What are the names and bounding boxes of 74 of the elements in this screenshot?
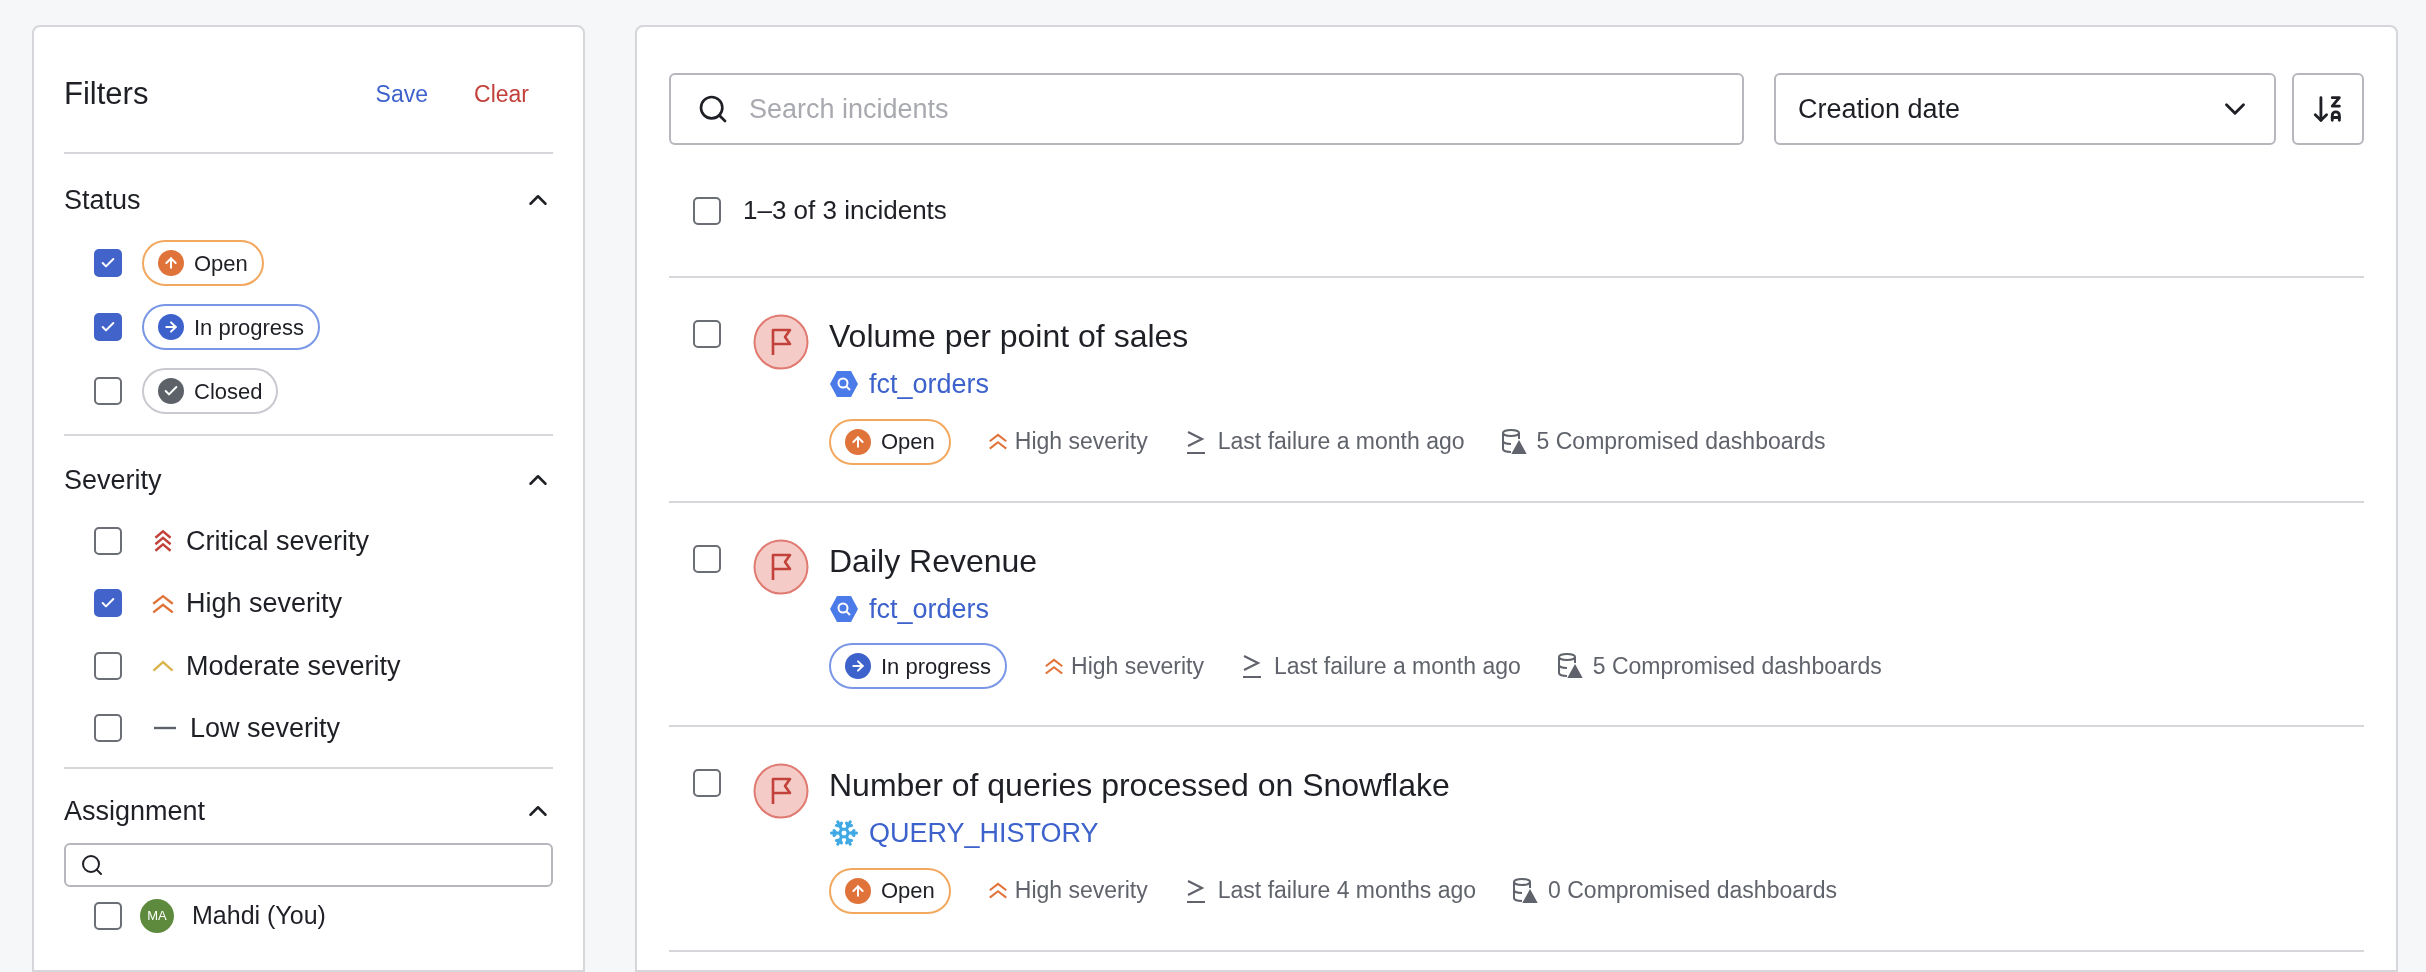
severity-option-label[interactable]: Moderate severity xyxy=(186,645,401,686)
last-failure-text: Last failure 4 months ago xyxy=(1217,876,1477,906)
section-title: Severity xyxy=(64,464,162,497)
dataset-link[interactable]: QUERY_HISTORY xyxy=(869,813,1099,854)
checkbox[interactable] xyxy=(94,901,122,930)
sort-order-button[interactable] xyxy=(2292,73,2364,145)
checkbox[interactable] xyxy=(94,249,122,277)
dataset-link[interactable]: fct_orders xyxy=(869,364,990,405)
incident-title[interactable]: Number of queries processed on Snowflake xyxy=(829,763,1837,807)
double-chevron-icon xyxy=(150,593,176,613)
snowflake-icon xyxy=(829,818,859,849)
incident-title[interactable]: Daily Revenue xyxy=(829,538,1882,583)
checkbox[interactable] xyxy=(693,769,721,797)
double-chevron-icon xyxy=(986,433,1009,450)
flag-icon xyxy=(753,763,809,819)
checkbox[interactable] xyxy=(94,589,122,618)
last-failure-text: Last failure a month ago xyxy=(1217,427,1465,457)
clear-button[interactable]: Clear xyxy=(474,77,529,112)
status-icon xyxy=(158,378,184,404)
status-badge: Closed xyxy=(142,368,279,414)
save-button[interactable]: Save xyxy=(375,77,429,112)
status-icon xyxy=(845,428,871,455)
checkbox[interactable] xyxy=(693,544,721,573)
double-chevron-icon xyxy=(986,882,1009,899)
compromised-dashboards-text: 5 Compromised dashboards xyxy=(1536,427,1826,457)
flag-icon xyxy=(753,538,809,595)
dataset-link[interactable]: fct_orders xyxy=(869,588,990,629)
severity-option-label[interactable]: Low severity xyxy=(190,708,341,749)
status-icon xyxy=(845,653,871,679)
status-icon xyxy=(845,877,871,904)
severity-label: High severity xyxy=(1014,876,1148,906)
sort-dropdown[interactable]: Creation date xyxy=(1774,73,2276,145)
severity-option-label[interactable]: Critical severity xyxy=(186,520,370,561)
section-title: Status xyxy=(64,183,141,217)
hexagon-search-icon xyxy=(829,594,859,623)
checkbox[interactable] xyxy=(94,526,122,555)
severity-label: High severity xyxy=(1014,427,1148,457)
filters-title: Filters xyxy=(64,75,150,113)
checkbox[interactable] xyxy=(94,651,122,680)
dash-icon xyxy=(152,726,178,731)
status-badge: Open xyxy=(829,867,951,914)
search-icon xyxy=(80,853,104,877)
incidents-count: 1–3 of 3 incidents xyxy=(743,194,947,227)
status-icon xyxy=(158,314,184,340)
checkbox[interactable] xyxy=(94,714,122,743)
flag-icon xyxy=(753,314,809,370)
database-warning-icon xyxy=(1500,427,1527,456)
last-failure-text: Last failure a month ago xyxy=(1274,651,1521,681)
database-warning-icon xyxy=(1556,652,1583,680)
compromised-dashboards-text: 5 Compromised dashboards xyxy=(1592,651,1882,681)
incident-title[interactable]: Volume per point of sales xyxy=(829,314,1826,358)
greater-equal-icon xyxy=(1240,653,1264,679)
chevron-icon xyxy=(150,659,176,672)
search-field[interactable]: Search incidents xyxy=(669,73,1744,145)
user-avatar: MA xyxy=(140,898,174,933)
status-icon xyxy=(158,250,184,276)
checkbox[interactable] xyxy=(693,320,721,348)
status-badge: Open xyxy=(142,240,264,286)
compromised-dashboards-text: 0 Compromised dashboards xyxy=(1548,876,1837,906)
database-warning-icon xyxy=(1512,876,1539,905)
section-title: Assignment xyxy=(64,794,206,828)
hexagon-search-icon xyxy=(829,370,859,399)
checkbox[interactable] xyxy=(94,377,122,405)
status-badge: Open xyxy=(829,418,951,465)
status-badge: In progress xyxy=(142,304,321,350)
assignee-search-field[interactable] xyxy=(64,843,553,887)
severity-label: High severity xyxy=(1071,651,1204,681)
double-chevron-icon xyxy=(1043,657,1066,675)
search-icon xyxy=(697,93,729,125)
checkbox[interactable] xyxy=(693,196,721,225)
checkbox[interactable] xyxy=(94,313,122,341)
status-badge: In progress xyxy=(829,643,1008,689)
severity-option-label[interactable]: High severity xyxy=(186,583,343,624)
user-name[interactable]: Mahdi (You) xyxy=(192,897,326,935)
